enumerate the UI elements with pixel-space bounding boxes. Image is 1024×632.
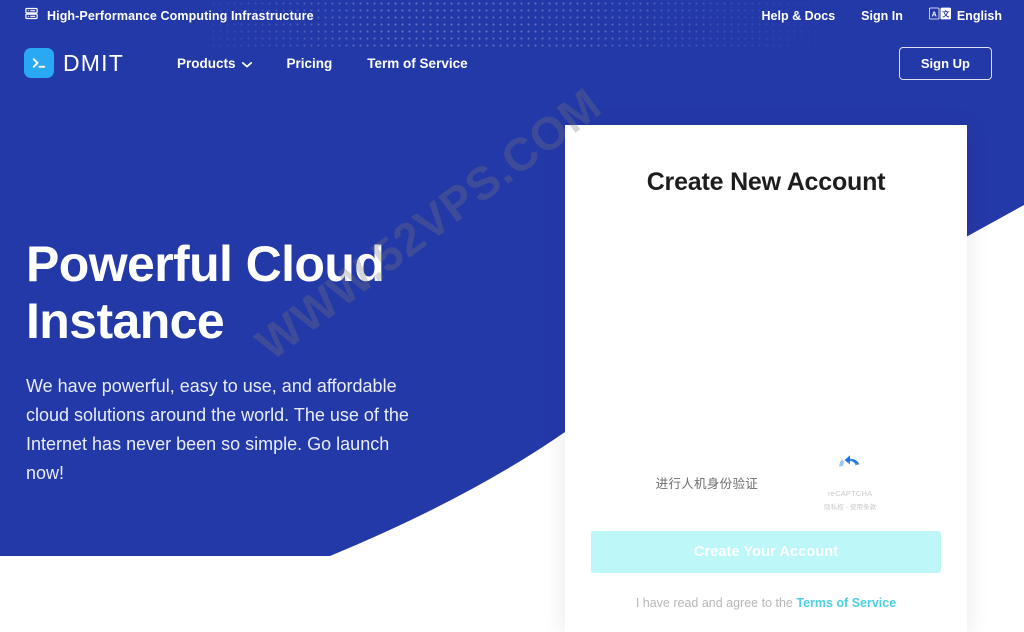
create-account-card: Create New Account 进行人机身份验证 reCAPTCHA 隐私… [565,125,967,632]
hero-title: Powerful Cloud Instance [26,236,446,350]
recaptcha-logo-icon [836,453,864,486]
nav-links-group: Products Pricing Term of Service [177,56,468,71]
captcha-row: 进行人机身份验证 reCAPTCHA 隐私权 - 使用条款 [565,453,967,511]
hero-title-line-2: Instance [26,293,225,349]
chevron-down-icon [241,56,252,71]
main-navbar: DMIT Products Pricing Term of Service Si… [0,38,1024,88]
brand-logo[interactable]: DMIT [24,48,124,78]
nav-item-products-label: Products [177,55,236,71]
nav-item-pricing[interactable]: Pricing [287,56,333,71]
hero-title-line-1: Powerful Cloud [26,236,385,292]
terms-agreement-row: I have read and agree to the Terms of Se… [565,596,967,610]
terms-agreement-text: I have read and agree to the [635,596,797,610]
nav-item-products[interactable]: Products [177,56,252,71]
page-root: High-Performance Computing Infrastructur… [0,0,1024,632]
recaptcha-terms: 隐私权 - 使用条款 [824,504,877,511]
help-docs-link[interactable]: Help & Docs [762,9,836,23]
translate-icon: A 文 [928,7,951,25]
tagline-text: High-Performance Computing Infrastructur… [47,8,314,23]
create-account-card-body: Create New Account 进行人机身份验证 reCAPTCHA 隐私… [565,168,967,632]
language-label: English [956,8,1002,23]
create-your-account-button[interactable]: Create Your Account [591,531,941,573]
card-title: Create New Account [646,168,886,196]
hero-subtitle: We have powerful, easy to use, and affor… [26,376,409,484]
terminal-prompt-icon [24,48,54,78]
svg-text:A: A [931,10,936,18]
captcha-label: 进行人机身份验证 [655,476,759,491]
topbar-links-group: Help & Docs Sign In A 文 English [762,7,1002,25]
server-rack-icon [24,6,39,26]
recaptcha-badge[interactable]: reCAPTCHA 隐私权 - 使用条款 [824,453,876,511]
sign-up-button[interactable]: Sign Up [898,46,992,80]
brand-name: DMIT [63,49,125,76]
topbar-tagline-group: High-Performance Computing Infrastructur… [24,6,314,26]
nav-item-term-of-service[interactable]: Term of Service [367,56,467,71]
svg-text:文: 文 [942,9,950,18]
terms-of-service-link[interactable]: Terms of Service [796,596,896,610]
language-selector[interactable]: A 文 English [928,7,1002,25]
sign-in-link[interactable]: Sign In [861,9,903,23]
recaptcha-name: reCAPTCHA [828,489,873,498]
hero-section: Powerful Cloud Instance We have powerful… [26,236,446,489]
top-utility-bar: High-Performance Computing Infrastructur… [0,0,1024,31]
